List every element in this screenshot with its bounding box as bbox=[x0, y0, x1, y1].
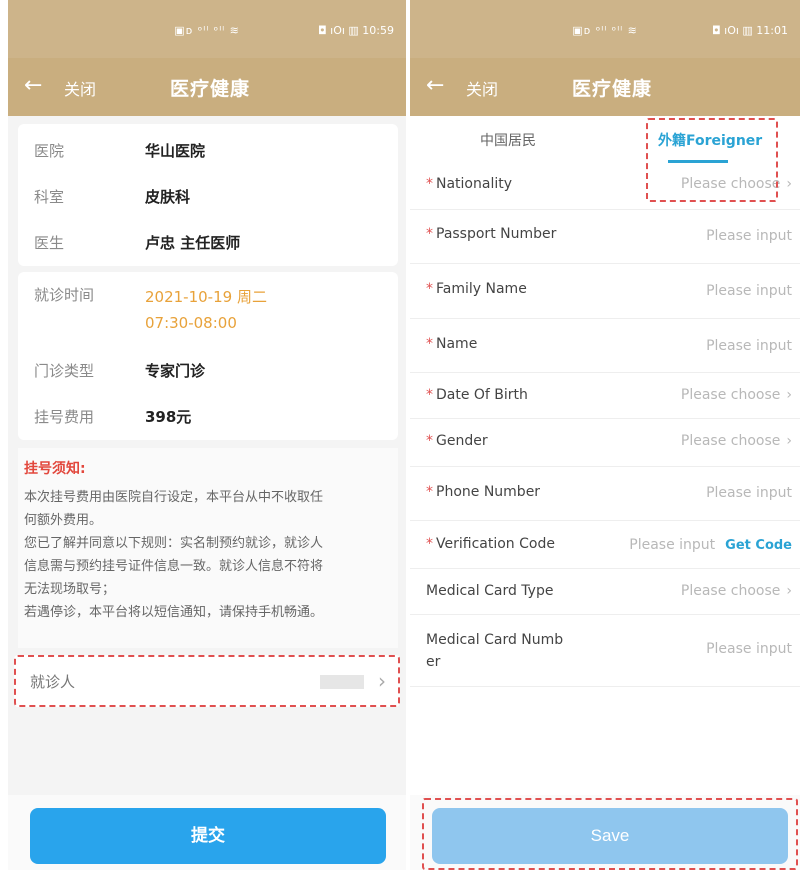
chevron-right-icon: › bbox=[786, 176, 792, 192]
field-label: Passport Number bbox=[436, 226, 557, 242]
tab-foreigner[interactable]: 外籍Foreigner bbox=[658, 130, 762, 150]
field-label: Name bbox=[436, 336, 478, 352]
type-value: 专家门诊 bbox=[145, 362, 206, 380]
field-placeholder: Please choose bbox=[680, 176, 781, 192]
required-mark: * bbox=[426, 226, 433, 242]
field-label: Date Of Birth bbox=[436, 387, 528, 403]
field-label: Verification Code bbox=[436, 536, 555, 552]
close-button[interactable]: 关闭 bbox=[466, 76, 498, 100]
page-title: 医疗健康 bbox=[170, 78, 251, 100]
field-verification-code[interactable]: * Verification Code Please input Get Code bbox=[410, 521, 800, 569]
required-mark: * bbox=[426, 484, 433, 500]
doctor-value: 卢忠 主任医师 bbox=[145, 234, 241, 252]
doctor-label: 医生 bbox=[34, 234, 65, 252]
chevron-right-icon: › bbox=[786, 433, 792, 449]
status-bar: ▣ᴅ ᵒᴵˡ ᵒᴵˡ ≋ ◘ ıOı ▥ 10:59 bbox=[8, 0, 406, 58]
left-screen: ▣ᴅ ᵒᴵˡ ᵒᴵˡ ≋ ◘ ıOı ▥ 10:59 ← 关闭 医疗健康 医院 … bbox=[8, 0, 406, 870]
notice-line: 您已了解并同意以下规则：实名制预约就诊，就诊人 bbox=[24, 536, 324, 551]
time-value-slot: 07:30-08:00 bbox=[145, 314, 237, 332]
close-button[interactable]: 关闭 bbox=[64, 76, 96, 100]
chevron-right-icon: › bbox=[786, 387, 792, 403]
dept-label: 科室 bbox=[34, 188, 65, 206]
field-placeholder: Please choose bbox=[680, 433, 781, 449]
field-name[interactable]: * Name Please input bbox=[410, 319, 800, 373]
patient-name-redacted bbox=[320, 675, 364, 689]
required-mark: * bbox=[426, 336, 433, 352]
nav-bar: ← 关闭 医疗健康 bbox=[410, 58, 800, 116]
status-time: ◘ ıOı ▥ 11:01 bbox=[711, 24, 788, 37]
notice-line: 本次挂号费用由医院自行设定，本平台从中不收取任 bbox=[24, 490, 324, 505]
field-placeholder: Please input bbox=[706, 283, 792, 299]
dept-value: 皮肤科 bbox=[145, 188, 191, 206]
field-medical-card-type[interactable]: Medical Card Type Please choose › bbox=[410, 569, 800, 615]
fee-label: 挂号费用 bbox=[34, 408, 95, 426]
get-code-button[interactable]: Get Code bbox=[725, 538, 792, 553]
notice-text: 本次挂号费用由医院自行设定，本平台从中不收取任 何额外费用。 您已了解并同意以下… bbox=[24, 486, 392, 624]
type-label: 门诊类型 bbox=[34, 362, 95, 380]
field-placeholder: Please input bbox=[706, 338, 792, 354]
required-mark: * bbox=[426, 176, 433, 192]
tab-bar: 中国居民 外籍Foreigner bbox=[410, 116, 800, 166]
chevron-right-icon: › bbox=[786, 583, 792, 599]
chevron-right-icon: › bbox=[378, 669, 386, 693]
required-mark: * bbox=[426, 281, 433, 297]
field-medical-card-number[interactable]: Medical Card Numb er Please input bbox=[410, 615, 800, 687]
field-label: Family Name bbox=[436, 281, 527, 297]
page-title: 医疗健康 bbox=[572, 78, 653, 100]
notice-line: 信息需与预约挂号证件信息一致。就诊人信息不符将 bbox=[24, 559, 324, 574]
required-mark: * bbox=[426, 387, 433, 403]
appointment-card: 就诊时间 2021-10-19 周二 07:30-08:00 门诊类型 专家门诊… bbox=[18, 272, 398, 440]
field-gender[interactable]: * Gender Please choose › bbox=[410, 419, 800, 467]
active-tab-indicator bbox=[668, 160, 728, 163]
field-phone-number[interactable]: * Phone Number Please input bbox=[410, 467, 800, 521]
status-bar: ▣ᴅ ᵒᴵˡ ᵒᴵˡ ≋ ◘ ıOı ▥ 11:01 bbox=[410, 0, 800, 58]
field-label: Phone Number bbox=[436, 484, 541, 500]
time-label: 就诊时间 bbox=[34, 286, 95, 304]
field-placeholder: Please choose bbox=[680, 387, 781, 403]
fee-value: 398元 bbox=[145, 408, 192, 426]
field-placeholder: Please input bbox=[629, 537, 716, 553]
field-placeholder: Please choose bbox=[680, 583, 781, 599]
right-screen: ▣ᴅ ᵒᴵˡ ᵒᴵˡ ≋ ◘ ıOı ▥ 11:01 ← 关闭 医疗健康 中国居… bbox=[410, 0, 800, 870]
required-mark: * bbox=[426, 536, 433, 552]
submit-button[interactable]: 提交 bbox=[30, 808, 386, 864]
hospital-value: 华山医院 bbox=[145, 142, 206, 160]
hospital-label: 医院 bbox=[34, 142, 65, 160]
patient-label: 就诊人 bbox=[30, 673, 76, 691]
status-time: ◘ ıOı ▥ 10:59 bbox=[317, 24, 394, 37]
field-family-name[interactable]: * Family Name Please input bbox=[410, 264, 800, 319]
notice-line: 何额外费用。 bbox=[24, 513, 103, 528]
save-button[interactable]: Save bbox=[432, 808, 788, 864]
notice-line: 若遇停诊，本平台将以短信通知，请保持手机畅通。 bbox=[24, 605, 324, 620]
tab-resident[interactable]: 中国居民 bbox=[480, 130, 536, 150]
field-nationality[interactable]: * Nationality Please choose › bbox=[410, 166, 800, 210]
field-label-wrap: er bbox=[426, 654, 441, 670]
time-value-date: 2021-10-19 周二 bbox=[145, 288, 267, 306]
field-placeholder: Please input bbox=[706, 485, 792, 501]
field-passport-number[interactable]: * Passport Number Please input bbox=[410, 210, 800, 264]
field-date-of-birth[interactable]: * Date Of Birth Please choose › bbox=[410, 373, 800, 419]
required-mark: * bbox=[426, 433, 433, 449]
arrow-left-icon[interactable]: ← bbox=[24, 72, 42, 100]
field-label: Gender bbox=[436, 433, 488, 449]
notice-section: 挂号须知: 本次挂号费用由医院自行设定，本平台从中不收取任 何额外费用。 您已了… bbox=[18, 448, 398, 648]
patient-selector[interactable]: 就诊人 › bbox=[14, 655, 400, 707]
field-label: Nationality bbox=[436, 176, 513, 192]
doctor-card: 医院 华山医院 科室 皮肤科 医生 卢忠 主任医师 bbox=[18, 124, 398, 266]
notice-line: 无法现场取号； bbox=[24, 582, 116, 597]
field-label: Medical Card Numb bbox=[426, 632, 564, 648]
arrow-left-icon[interactable]: ← bbox=[426, 72, 444, 100]
notice-title: 挂号须知: bbox=[24, 461, 86, 477]
field-label: Medical Card Type bbox=[426, 583, 554, 599]
nav-bar: ← 关闭 医疗健康 bbox=[8, 58, 406, 116]
field-placeholder: Please input bbox=[706, 228, 792, 244]
field-placeholder: Please input bbox=[706, 641, 792, 657]
